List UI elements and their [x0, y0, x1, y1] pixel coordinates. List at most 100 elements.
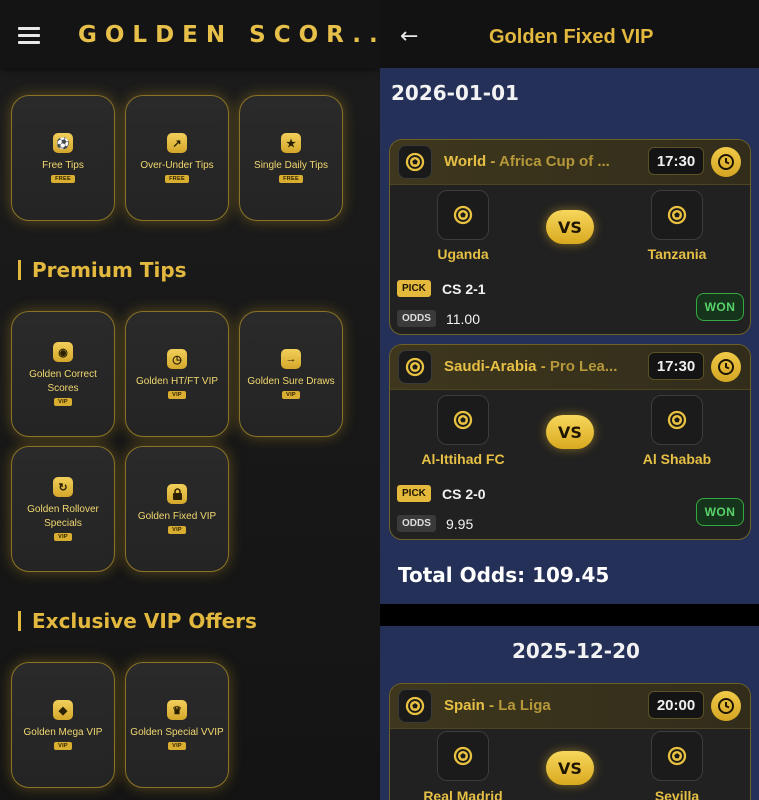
match-card[interactable]: Spain - La Liga 20:00 Real Madrid VS Sev…: [389, 683, 751, 800]
single-daily-tips-tile[interactable]: ★ Single Daily Tips FREE: [239, 95, 343, 221]
away-team-logo: [651, 190, 703, 240]
vip-badge: VIP: [168, 391, 186, 399]
kickoff-time: 20:00: [648, 691, 704, 719]
result-won-badge: WON: [696, 498, 744, 526]
odds-value: 11.00: [446, 311, 480, 327]
away-team-name: Sevilla: [654, 788, 700, 800]
premium-tips-title: Premium Tips: [32, 258, 187, 282]
vs-badge: VS: [546, 210, 594, 244]
odds-label: ODDS: [397, 515, 436, 532]
star-icon: ★: [281, 133, 301, 153]
tile-label: Golden Fixed VIP: [137, 511, 217, 522]
tile-label: Over-Under Tips: [140, 160, 214, 171]
golden-htft-vip-tile[interactable]: ◷ Golden HT/FT VIP VIP: [125, 311, 229, 437]
golden-correct-scores-tile[interactable]: ◉ Golden Correct Scores VIP: [11, 311, 115, 437]
league-name: World - Africa Cup of ...: [444, 153, 610, 170]
match-card[interactable]: Saudi-Arabia - Pro Lea... 17:30 Al-Ittih…: [389, 344, 751, 540]
screen-app-bar: ← Golden Fixed VIP: [380, 0, 759, 68]
exclusive-vip-offers-title: Exclusive VIP Offers: [32, 609, 257, 633]
day-section: 2025-12-20 Spain - La Liga 20:00 Real Ma…: [380, 626, 759, 800]
match-card-header: Spain - La Liga 20:00: [390, 684, 750, 729]
league-ball-icon: [398, 689, 432, 723]
vip-badge: VIP: [54, 398, 72, 406]
app-title: GOLDEN SCOR...: [78, 22, 380, 48]
day-section: 2026-01-01 World - Africa Cup of ... 17:…: [380, 68, 759, 604]
league-ball-icon: [398, 145, 432, 179]
vip-badge: VIP: [54, 742, 72, 750]
premium-tips-heading: Premium Tips: [18, 258, 187, 282]
vip-badge: VIP: [282, 391, 300, 399]
golden-special-vvip-tile[interactable]: ♛ Golden Special VVIP VIP: [125, 662, 229, 788]
exclusive-vip-offers-heading: Exclusive VIP Offers: [18, 609, 257, 633]
vs-badge: VS: [546, 751, 594, 785]
clock-icon: [711, 147, 741, 177]
tile-label: Golden Rollover Specials: [27, 504, 99, 529]
tile-label: Single Daily Tips: [254, 160, 328, 171]
match-card-header: Saudi-Arabia - Pro Lea... 17:30: [390, 345, 750, 390]
arrow-right-icon: →: [281, 349, 301, 369]
match-card-header: World - Africa Cup of ... 17:30: [390, 140, 750, 185]
fixed-vip-panel: ← Golden Fixed VIP 2026-01-01 World - Af…: [380, 0, 759, 800]
golden-mega-vip-tile[interactable]: ◆ Golden Mega VIP VIP: [11, 662, 115, 788]
kickoff-time: 17:30: [648, 352, 704, 380]
away-team-logo: [651, 731, 703, 781]
odds-label: ODDS: [397, 310, 436, 327]
hamburger-menu-icon[interactable]: [18, 27, 40, 44]
home-menu-panel: GOLDEN SCOR... ⚽ Free Tips FREE ↗ Over-U…: [0, 0, 380, 800]
golden-sure-draws-tile[interactable]: → Golden Sure Draws VIP: [239, 311, 343, 437]
lock-icon: [167, 484, 187, 504]
pick-value: CS 2-0: [442, 486, 486, 502]
match-card[interactable]: World - Africa Cup of ... 17:30 Uganda V…: [389, 139, 751, 335]
vip-badge: VIP: [168, 526, 186, 534]
free-tips-tile[interactable]: ⚽ Free Tips FREE: [11, 95, 115, 221]
home-team-logo: [437, 731, 489, 781]
heading-accent-bar: [18, 260, 21, 280]
tile-label: Free Tips: [42, 160, 84, 171]
home-team-logo: [437, 395, 489, 445]
day-date: 2026-01-01: [391, 81, 519, 105]
golden-fixed-vip-tile[interactable]: Golden Fixed VIP VIP: [125, 446, 229, 572]
target-icon: ◉: [53, 342, 73, 362]
tile-label: Golden Special VVIP: [130, 727, 224, 738]
pick-value: CS 2-1: [442, 281, 486, 297]
league-name: Saudi-Arabia - Pro Lea...: [444, 358, 618, 375]
vip-badge: VIP: [54, 533, 72, 541]
league-name: Spain - La Liga: [444, 697, 551, 714]
total-odds: Total Odds: 109.45: [398, 563, 610, 587]
vip-badge: VIP: [168, 742, 186, 750]
home-team-name: Real Madrid: [423, 788, 503, 800]
tile-label: Golden Correct Scores: [29, 369, 97, 394]
home-team-name: Uganda: [437, 246, 489, 262]
free-badge: FREE: [165, 175, 189, 183]
clock-icon: ◷: [167, 349, 187, 369]
home-team-name: Al-Ittihad FC: [421, 451, 505, 467]
tile-label: Golden Mega VIP: [23, 727, 103, 738]
away-team-name: Tanzania: [647, 246, 707, 262]
away-team-name: Al Shabab: [642, 451, 712, 467]
day-date: 2025-12-20: [512, 639, 640, 663]
free-badge: FREE: [51, 175, 75, 183]
free-badge: FREE: [279, 175, 303, 183]
trend-up-icon: ↗: [167, 133, 187, 153]
screen-title: Golden Fixed VIP: [489, 26, 654, 48]
back-arrow-icon[interactable]: ←: [400, 24, 418, 49]
vs-badge: VS: [546, 415, 594, 449]
league-ball-icon: [398, 350, 432, 384]
tile-label: Golden Sure Draws: [247, 376, 335, 387]
golden-rollover-specials-tile[interactable]: ↻ Golden Rollover Specials VIP: [11, 446, 115, 572]
clock-icon: [711, 691, 741, 721]
heading-accent-bar: [18, 611, 21, 631]
clock-icon: [711, 352, 741, 382]
soccer-ball-icon: ⚽: [53, 133, 73, 153]
over-under-tips-tile[interactable]: ↗ Over-Under Tips FREE: [125, 95, 229, 221]
diamond-icon: ◆: [53, 700, 73, 720]
pick-label: PICK: [397, 280, 431, 297]
tile-label: Golden HT/FT VIP: [135, 376, 219, 387]
top-app-bar: GOLDEN SCOR...: [0, 0, 380, 68]
home-team-logo: [437, 190, 489, 240]
refresh-icon: ↻: [53, 477, 73, 497]
away-team-logo: [651, 395, 703, 445]
crown-icon: ♛: [167, 700, 187, 720]
kickoff-time: 17:30: [648, 147, 704, 175]
result-won-badge: WON: [696, 293, 744, 321]
